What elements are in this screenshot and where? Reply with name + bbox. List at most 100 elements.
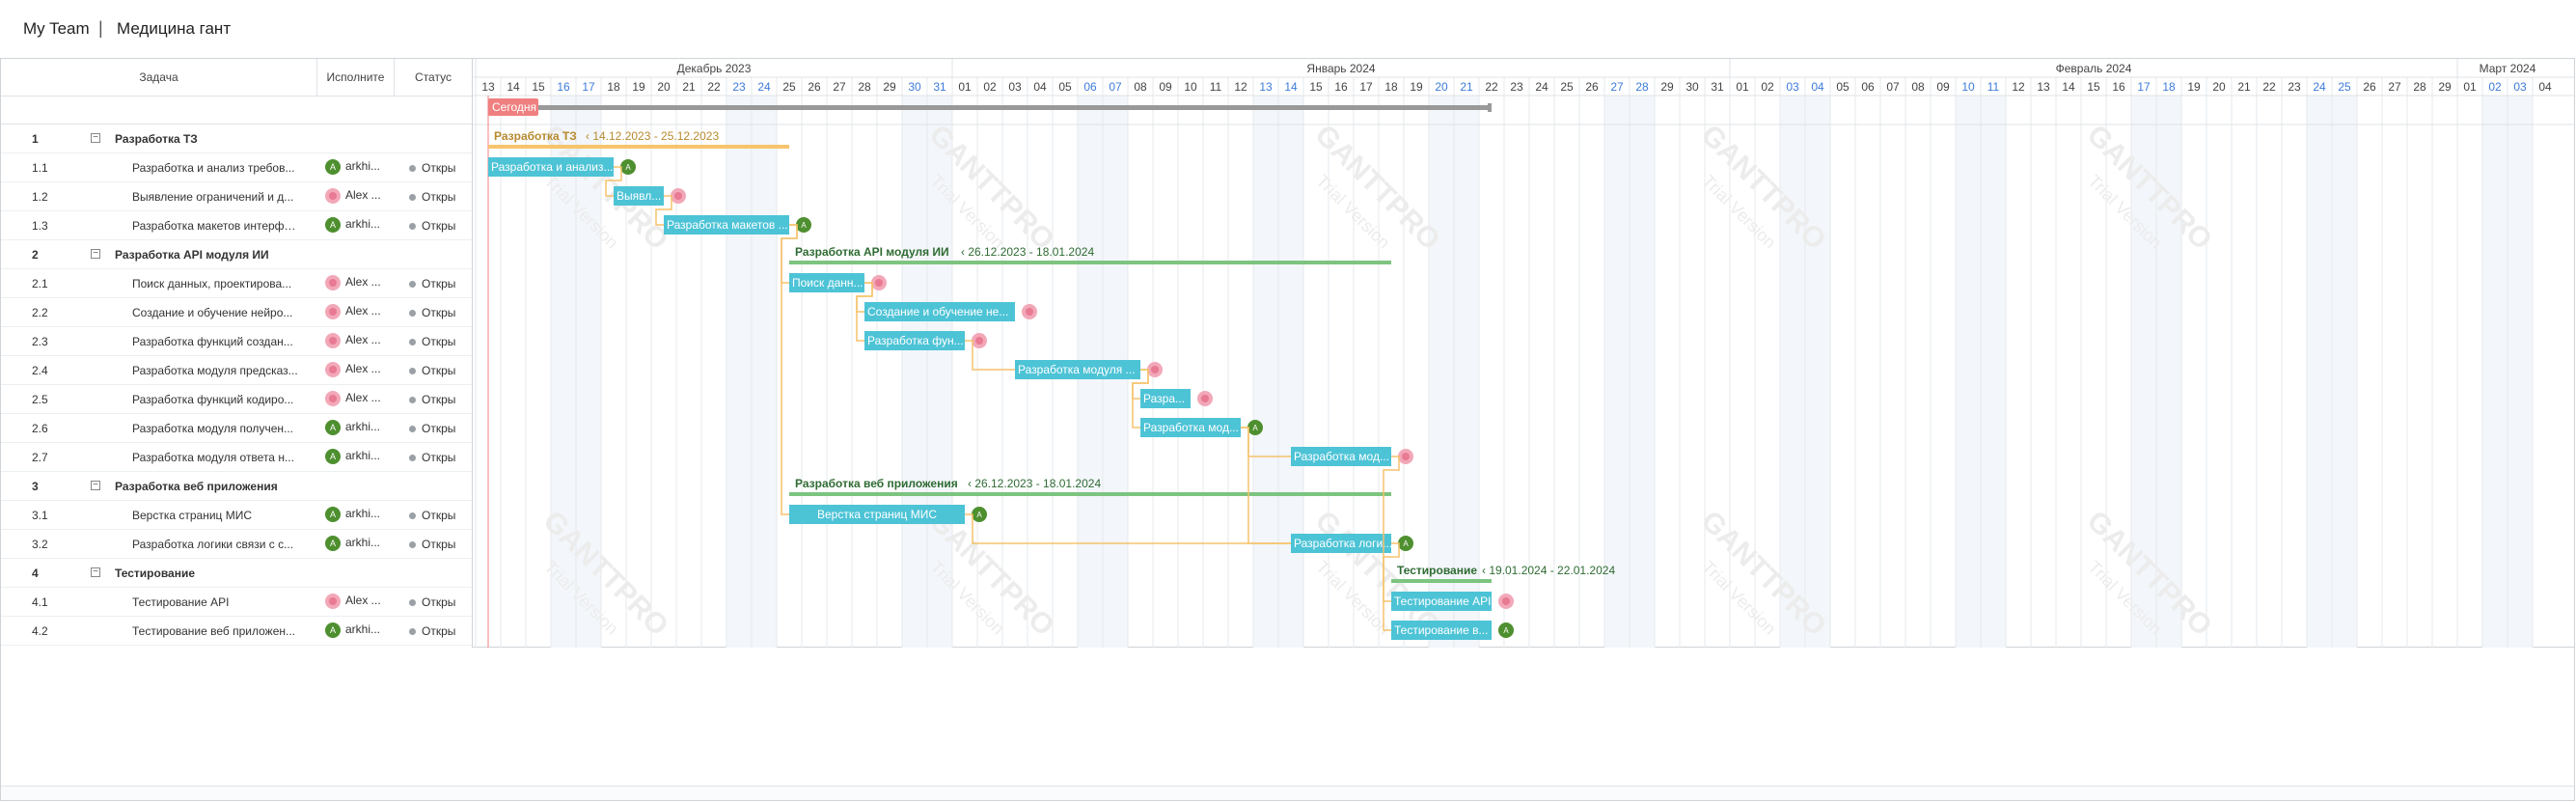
task-name[interactable]: Разработка и анализ требов... — [132, 161, 298, 175]
group-bar[interactable] — [789, 492, 1391, 496]
task-row[interactable]: 1.3 Разработка макетов интерфе... Aarkhi..… — [1, 211, 472, 240]
task-name[interactable]: Верстка страниц МИС — [132, 509, 298, 522]
assignee-cell[interactable]: Aarkhi... — [325, 217, 393, 233]
team-name[interactable]: My Team — [23, 19, 90, 39]
assignee-avatar-inner — [1151, 366, 1159, 373]
status-cell[interactable]: Откры — [409, 624, 455, 638]
task-name[interactable]: Разработка функций кодиро... — [132, 393, 298, 406]
task-name[interactable]: Разработка функций создан... — [132, 335, 298, 348]
assignee-cell[interactable]: Alex ... — [325, 391, 393, 406]
task-name[interactable]: Разработка модуля ответа н... — [132, 451, 298, 464]
group-bar-dates: ‹ 26.12.2023 - 18.01.2024 — [968, 477, 1101, 490]
column-header-assignee[interactable]: Исполните — [317, 59, 395, 96]
task-row[interactable]: 2.3 Разработка функций создан... Alex ... О… — [1, 327, 472, 356]
horizontal-scrollbar[interactable] — [1, 786, 2574, 800]
task-name[interactable]: Тестирование — [115, 567, 313, 580]
day-label: 16 — [557, 80, 570, 94]
status-cell[interactable]: Откры — [409, 364, 455, 377]
group-row[interactable]: 4 − Тестирование — [1, 559, 472, 588]
task-name[interactable]: Разработка модуля получен... — [132, 422, 298, 435]
column-header-status[interactable]: Статус — [395, 59, 472, 96]
project-summary-bar — [538, 105, 1492, 110]
group-bar[interactable] — [1391, 579, 1492, 583]
row-number: 2.7 — [32, 451, 48, 464]
status-cell[interactable]: Откры — [409, 161, 455, 175]
task-name[interactable]: Разработка веб приложения — [115, 480, 313, 493]
weekend-column — [902, 96, 927, 648]
day-label: 16 — [2112, 80, 2125, 94]
task-row[interactable]: 2.6 Разработка модуля получен... Aarkhi...… — [1, 414, 472, 443]
assignee-cell[interactable]: Aarkhi... — [325, 507, 393, 522]
task-name[interactable]: Поиск данных, проектирова... — [132, 277, 298, 290]
assignee-cell[interactable]: Alex ... — [325, 333, 393, 348]
task-row[interactable]: 2.2 Создание и обучение нейро... Alex ... О… — [1, 298, 472, 327]
month-label: Февраль 2024 — [2056, 62, 2132, 75]
task-row[interactable]: 3.1 Верстка страниц МИС Aarkhi... Откры — [1, 501, 472, 530]
group-bar[interactable] — [488, 145, 789, 149]
task-name[interactable]: Разработка логики связи с с... — [132, 538, 298, 551]
assignee-cell[interactable]: Alex ... — [325, 594, 393, 609]
assignee-avatar-inner — [1402, 453, 1410, 460]
day-label: 08 — [1911, 80, 1925, 94]
group-row[interactable]: 1 − Разработка ТЗ — [1, 124, 472, 153]
status-cell[interactable]: Откры — [409, 190, 455, 204]
assignee-cell[interactable]: Aarkhi... — [325, 449, 393, 464]
assignee-cell[interactable]: Aarkhi... — [325, 420, 393, 435]
collapse-toggle-icon[interactable]: − — [91, 481, 100, 490]
task-name[interactable]: Разработка API модуля ИИ — [115, 248, 313, 262]
task-row[interactable]: 4.1 Тестирование API Alex ... Откры — [1, 588, 472, 617]
status-cell[interactable]: Откры — [409, 451, 455, 464]
status-cell[interactable]: Откры — [409, 277, 455, 290]
status-cell[interactable]: Откры — [409, 538, 455, 551]
assignee-cell[interactable]: Aarkhi... — [325, 159, 393, 175]
status-cell[interactable]: Откры — [409, 509, 455, 522]
column-header-task[interactable]: Задача — [1, 59, 317, 96]
task-row[interactable]: 2.1 Поиск данных, проектирова... Alex ... О… — [1, 269, 472, 298]
task-row[interactable]: 2.5 Разработка функций кодиро... Alex ... О… — [1, 385, 472, 414]
status-cell[interactable]: Откры — [409, 335, 455, 348]
day-label: 04 — [2538, 80, 2552, 94]
task-name[interactable]: Тестирование API — [132, 595, 298, 609]
task-name[interactable]: Выявление ограничений и д... — [132, 190, 298, 204]
task-row[interactable]: 1.1 Разработка и анализ требов... Aarkhi..… — [1, 153, 472, 182]
task-name[interactable]: Разработка модуля предсказ... — [132, 364, 298, 377]
collapse-toggle-icon[interactable]: − — [91, 567, 100, 577]
weekend-column — [2307, 96, 2332, 648]
task-name[interactable]: Создание и обучение нейро... — [132, 306, 298, 319]
task-row[interactable]: 3.2 Разработка логики связи с с... Aarkhi.… — [1, 530, 472, 559]
task-row[interactable]: 1.2 Выявление ограничений и д... Alex ... О… — [1, 182, 472, 211]
group-row[interactable]: 3 − Разработка веб приложения — [1, 472, 472, 501]
task-row[interactable]: 2.4 Разработка модуля предсказ... Alex ...… — [1, 356, 472, 385]
dependency-link — [781, 224, 798, 515]
assignee-cell[interactable]: Aarkhi... — [325, 536, 393, 551]
project-title[interactable]: Медицина гант — [117, 19, 231, 39]
status-label: Откры — [422, 538, 456, 551]
status-cell[interactable]: Откры — [409, 219, 455, 233]
assignee-cell[interactable]: Alex ... — [325, 362, 393, 377]
avatar: A — [325, 420, 341, 435]
group-bar[interactable] — [789, 261, 1391, 264]
collapse-toggle-icon[interactable]: − — [91, 133, 100, 143]
assignee-cell[interactable]: Alex ... — [325, 304, 393, 319]
day-label: 05 — [1058, 80, 1072, 94]
task-name[interactable]: Тестирование веб приложен... — [132, 624, 298, 638]
assignee-cell[interactable]: Aarkhi... — [325, 622, 393, 638]
month-label: Март 2024 — [2480, 62, 2536, 75]
status-cell[interactable]: Откры — [409, 393, 455, 406]
status-cell[interactable]: Откры — [409, 595, 455, 609]
day-label: 13 — [1259, 80, 1273, 94]
task-name[interactable]: Разработка макетов интерфе... — [132, 219, 298, 233]
day-label: 20 — [1435, 80, 1448, 94]
status-label: Откры — [422, 190, 456, 204]
status-label: Откры — [422, 364, 456, 377]
status-cell[interactable]: Откры — [409, 306, 455, 319]
assignee-cell[interactable]: Alex ... — [325, 188, 393, 204]
status-cell[interactable]: Откры — [409, 422, 455, 435]
group-row[interactable]: 2 − Разработка API модуля ИИ — [1, 240, 472, 269]
task-row[interactable]: 4.2 Тестирование веб приложен... Aarkhi...… — [1, 617, 472, 646]
task-name[interactable]: Разработка ТЗ — [115, 132, 313, 146]
task-row[interactable]: 2.7 Разработка модуля ответа н... Aarkhi..… — [1, 443, 472, 472]
day-label: 01 — [2463, 80, 2477, 94]
collapse-toggle-icon[interactable]: − — [91, 249, 100, 259]
assignee-cell[interactable]: Alex ... — [325, 275, 393, 290]
